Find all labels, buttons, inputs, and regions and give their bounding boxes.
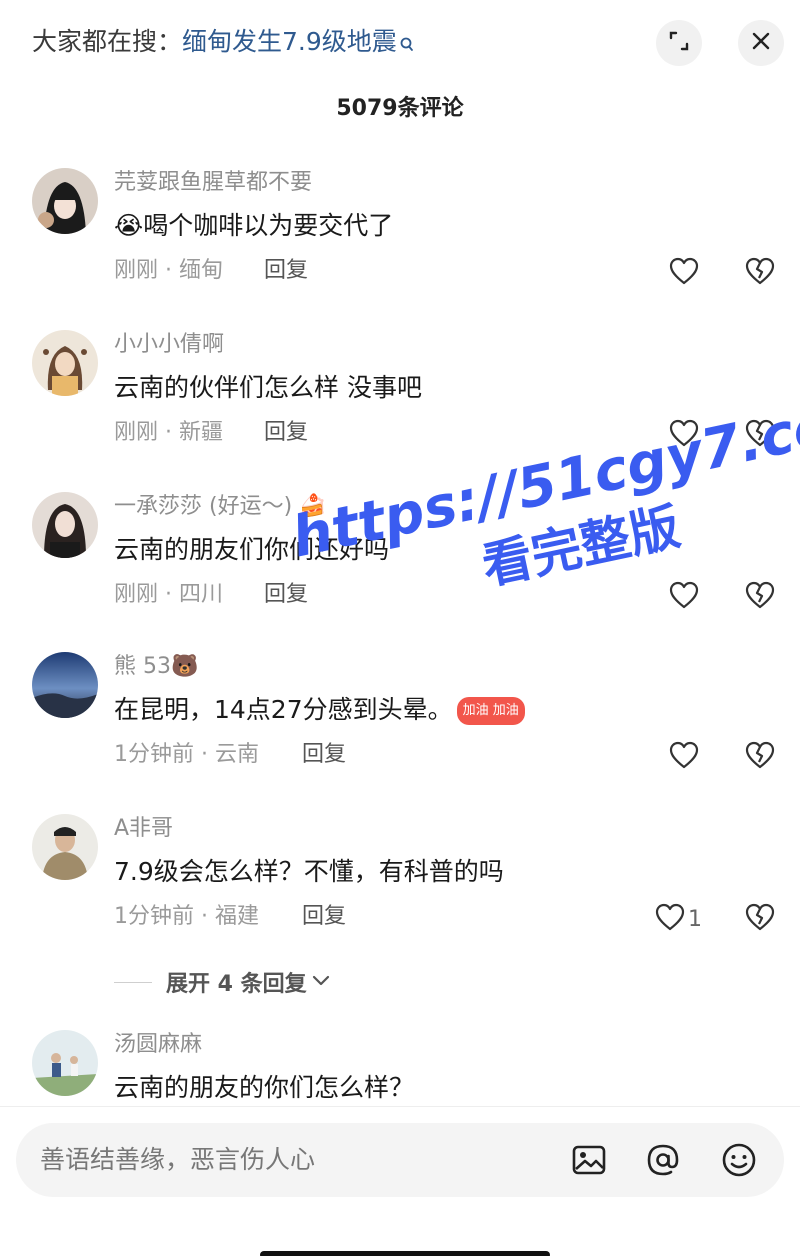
username[interactable]: 一承莎莎 (好运～) 🍰 <box>114 492 327 522</box>
reply-button[interactable]: 回复 <box>264 256 308 286</box>
like-button[interactable] <box>668 256 700 290</box>
comment-text: 在昆明，14点27分感到头晕。 加油 加油 <box>114 692 525 728</box>
crying-emoji: 😭 <box>114 211 144 240</box>
at-icon <box>644 1144 682 1183</box>
comment-meta: 刚刚 · 四川 <box>114 582 223 607</box>
comment-item: 熊 53🐻 在昆明，14点27分感到头晕。 加油 加油 1分钟前 · 云南 回复 <box>0 652 800 814</box>
username[interactable]: 小小小倩啊 <box>114 330 224 360</box>
like-button[interactable] <box>668 580 700 614</box>
comment-meta: 1分钟前 · 云南 <box>114 742 259 767</box>
heart-icon <box>668 740 700 774</box>
dislike-button[interactable] <box>744 902 776 936</box>
trending-topic[interactable]: 缅甸发生7.9级地震 <box>182 27 397 56</box>
comment-input-placeholder: 善语结善缘，恶言伤人心 <box>40 1145 316 1174</box>
divider <box>114 981 152 983</box>
dislike-button[interactable] <box>744 740 776 774</box>
heart-icon <box>668 580 700 614</box>
comment-text: 云南的伙伴们怎么样 没事吧 <box>114 373 422 402</box>
bear-emoji: 🐻 <box>171 654 199 679</box>
comment-input-bar: 善语结善缘，恶言伤人心 <box>0 1106 800 1256</box>
image-icon <box>570 1145 608 1183</box>
like-button[interactable] <box>668 740 700 774</box>
trending-search[interactable]: 大家都在搜：缅甸发生7.9级地震 <box>32 24 415 64</box>
broken-heart-icon <box>744 581 776 614</box>
avatar[interactable] <box>32 330 98 396</box>
dislike-button[interactable] <box>744 418 776 452</box>
username[interactable]: 芫荽跟鱼腥草都不要 <box>114 168 312 198</box>
username[interactable]: 熊 53🐻 <box>114 652 198 682</box>
comment-meta: 1分钟前 · 福建 <box>114 904 259 929</box>
dislike-button[interactable] <box>744 256 776 290</box>
comment-input[interactable]: 善语结善缘，恶言伤人心 <box>16 1123 784 1197</box>
avatar[interactable] <box>32 814 98 880</box>
comment-meta: 刚刚 · 缅甸 <box>114 258 223 283</box>
cake-emoji: 🍰 <box>299 494 327 519</box>
comment-text: 云南的朋友们你们还好吗 <box>114 535 390 564</box>
image-button[interactable] <box>570 1141 608 1183</box>
reply-button[interactable]: 回复 <box>264 418 308 448</box>
home-indicator[interactable] <box>260 1251 550 1256</box>
comment-text: 云南的朋友的你们怎么样？ <box>114 1073 415 1102</box>
fullscreen-button[interactable] <box>656 20 702 66</box>
reply-button[interactable]: 回复 <box>264 580 308 610</box>
heart-icon <box>668 256 700 290</box>
reply-button[interactable]: 回复 <box>302 740 346 770</box>
expand-icon <box>667 29 691 57</box>
avatar[interactable] <box>32 168 98 234</box>
like-button[interactable] <box>668 418 700 452</box>
like-count: 1 <box>688 906 702 932</box>
like-button[interactable]: 1 <box>654 902 702 936</box>
avatar[interactable] <box>32 492 98 558</box>
comment-item: 小小小倩啊 云南的伙伴们怎么样 没事吧 刚刚 · 新疆 回复 <box>0 330 800 492</box>
avatar[interactable] <box>32 652 98 718</box>
heart-icon <box>654 902 686 936</box>
comment-count: 5079条评论 <box>336 96 464 121</box>
top-bar: 大家都在搜：缅甸发生7.9级地震 <box>0 0 800 88</box>
broken-heart-icon <box>744 257 776 290</box>
broken-heart-icon <box>744 741 776 774</box>
cheer-sticker: 加油 加油 <box>456 697 525 725</box>
search-icon <box>399 28 415 64</box>
dislike-button[interactable] <box>744 580 776 614</box>
username[interactable]: 汤圆麻麻 <box>114 1030 202 1060</box>
emoji-button[interactable] <box>720 1141 758 1183</box>
comment-meta: 刚刚 · 新疆 <box>114 420 223 445</box>
heart-icon <box>668 418 700 452</box>
smiley-icon <box>720 1143 758 1183</box>
mention-button[interactable] <box>644 1141 682 1183</box>
chevron-down-icon <box>311 973 331 992</box>
trending-prefix: 大家都在搜： <box>32 27 183 56</box>
comment-item: 一承莎莎 (好运～) 🍰 云南的朋友们你们还好吗 刚刚 · 四川 回复 <box>0 492 800 654</box>
expand-replies-label: 展开 4 条回复 <box>166 972 307 997</box>
comment-item: 芫荽跟鱼腥草都不要 😭喝个咖啡以为要交代了 刚刚 · 缅甸 回复 <box>0 168 800 330</box>
close-button[interactable] <box>738 20 784 66</box>
comment-text: 😭喝个咖啡以为要交代了 <box>114 211 394 240</box>
reply-button[interactable]: 回复 <box>302 902 346 932</box>
comment-text: 7.9级会怎么样？不懂，有科普的吗 <box>114 857 504 886</box>
username[interactable]: A非哥 <box>114 814 173 844</box>
avatar[interactable] <box>32 1030 98 1096</box>
comment-item: A非哥 7.9级会怎么样？不懂，有科普的吗 1分钟前 · 福建 回复 1 <box>0 814 800 976</box>
expand-replies-button[interactable]: 展开 4 条回复 <box>114 964 331 1000</box>
broken-heart-icon <box>744 419 776 452</box>
close-icon <box>749 29 773 57</box>
broken-heart-icon <box>744 903 776 936</box>
